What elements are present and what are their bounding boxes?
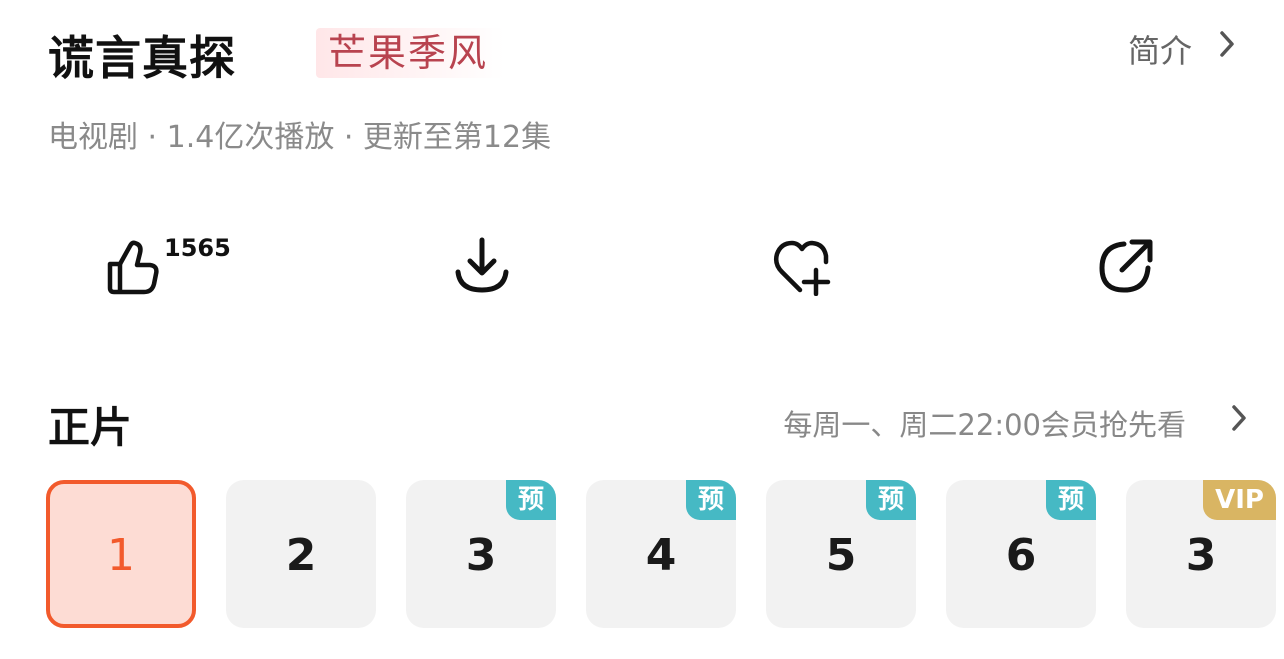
- section-title: 正片: [48, 403, 133, 452]
- episode-item[interactable]: VIP 3: [1126, 480, 1276, 628]
- episodes-section-header: 正片 每周一、周二22:00会员抢先看: [48, 390, 1248, 452]
- episode-list: 1 2 预 3 预 4 预 5 预 6 VIP 3: [46, 480, 1284, 630]
- share-button[interactable]: [1076, 220, 1176, 310]
- chevron-right-icon[interactable]: [1230, 404, 1248, 436]
- episode-number: 5: [825, 530, 857, 581]
- chevron-right-icon: [1218, 30, 1236, 62]
- intro-label: 简介: [1128, 32, 1193, 70]
- episode-item[interactable]: 预 3: [406, 480, 556, 628]
- title-row: 谎言真探 芒果季风: [48, 14, 1248, 85]
- episode-number: 2: [285, 530, 317, 581]
- preview-badge: 预: [685, 480, 736, 520]
- episode-item[interactable]: 预 5: [766, 480, 916, 628]
- episode-number: 3: [1185, 530, 1217, 581]
- episode-number: 1: [107, 530, 135, 581]
- like-button[interactable]: 1565: [84, 220, 231, 310]
- preview-badge: 预: [505, 480, 556, 520]
- episode-item[interactable]: 2: [226, 480, 376, 628]
- schedule-link[interactable]: 每周一、周二22:00会员抢先看: [783, 402, 1186, 444]
- brand-logo: 芒果季风: [316, 28, 505, 78]
- follow-button[interactable]: [752, 220, 852, 310]
- like-count: 1565: [164, 234, 231, 262]
- intro-link[interactable]: 简介: [1080, 16, 1236, 72]
- vip-badge: VIP: [1203, 480, 1276, 520]
- preview-badge: 预: [865, 480, 916, 520]
- preview-badge: 预: [1045, 480, 1096, 520]
- episode-item[interactable]: 1: [46, 480, 196, 628]
- action-bar: 1565: [0, 220, 1284, 310]
- episode-number: 4: [645, 530, 677, 581]
- episode-number: 6: [1005, 530, 1037, 581]
- download-button[interactable]: [432, 220, 532, 310]
- episode-item[interactable]: 预 6: [946, 480, 1096, 628]
- show-title: 谎言真探: [48, 31, 236, 85]
- show-meta: 电视剧 · 1.4亿次播放 · 更新至第12集: [48, 120, 552, 155]
- episode-number: 3: [465, 530, 497, 581]
- episode-item[interactable]: 预 4: [586, 480, 736, 628]
